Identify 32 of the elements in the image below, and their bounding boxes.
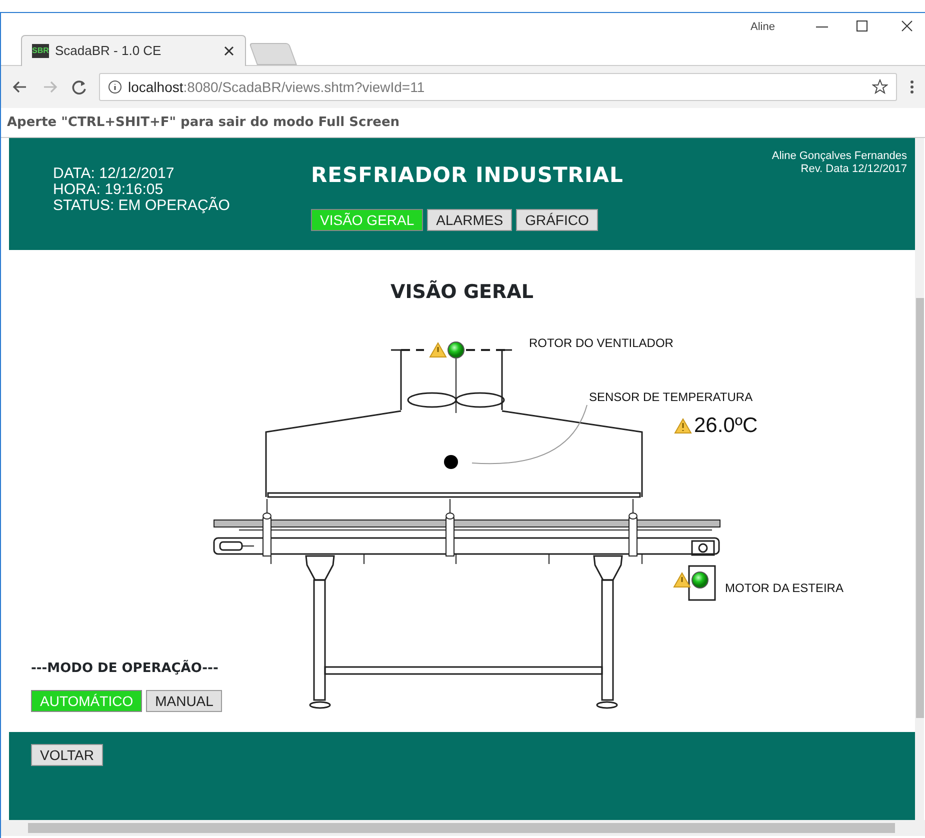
menu-icon[interactable] (909, 79, 915, 95)
info-icon[interactable] (108, 80, 122, 94)
address-bar[interactable]: localhost:8080/ScadaBR/views.shtm?viewId=11 (99, 73, 897, 101)
horizontal-scrollbar[interactable] (1, 820, 925, 836)
reload-icon[interactable] (71, 79, 87, 95)
nav-button[interactable]: ALARMES (427, 208, 512, 230)
back-icon[interactable] (11, 79, 29, 95)
point-label: MOTOR DA ESTEIRA (725, 580, 844, 597)
fullscreen-hint: Aperte "CTRL+SHIT+F" para sair do modo Full Screen (7, 114, 400, 132)
nav-button[interactable]: GRÁFICO (516, 208, 598, 230)
header-info: DATA: 12/12/2017 (53, 166, 176, 182)
vertical-scrollbar[interactable] (915, 138, 924, 820)
star-icon[interactable] (872, 79, 888, 95)
sensor-dot (444, 455, 458, 469)
point-label: SENSOR DE TEMPERATURA (589, 389, 753, 406)
close-icon[interactable] (223, 45, 235, 57)
point-label: ROTOR DO VENTILADOR (529, 335, 674, 352)
view-title: VISÃO GERAL (390, 279, 534, 305)
mode-title: ---MODO DE OPERAÇÃO--- (31, 658, 220, 678)
header-info: HORA: 19:16:05 (53, 182, 164, 198)
header-info: STATUS: EM OPERAÇÃO (53, 198, 231, 214)
author-name: Aline Gonçalves Fernandes (770, 150, 907, 163)
favicon: SBR (32, 44, 49, 58)
temperature-value: 26.0ºC (694, 413, 758, 439)
profile-name[interactable]: Aline (750, 19, 775, 36)
revision-date: Rev. Data 12/12/2017 (800, 163, 907, 176)
url-text: localhost:8080/ScadaBR/views.shtm?viewId=11 (128, 78, 426, 96)
browser-tab[interactable]: SBR ScadaBR - 1.0 CE (21, 35, 246, 66)
tab-title: ScadaBR - 1.0 CE (55, 42, 162, 60)
back-button[interactable]: VOLTAR (31, 744, 103, 766)
page-title: RESFRIADOR INDUSTRIAL (311, 162, 624, 189)
mode-button[interactable]: MANUAL (146, 690, 222, 712)
